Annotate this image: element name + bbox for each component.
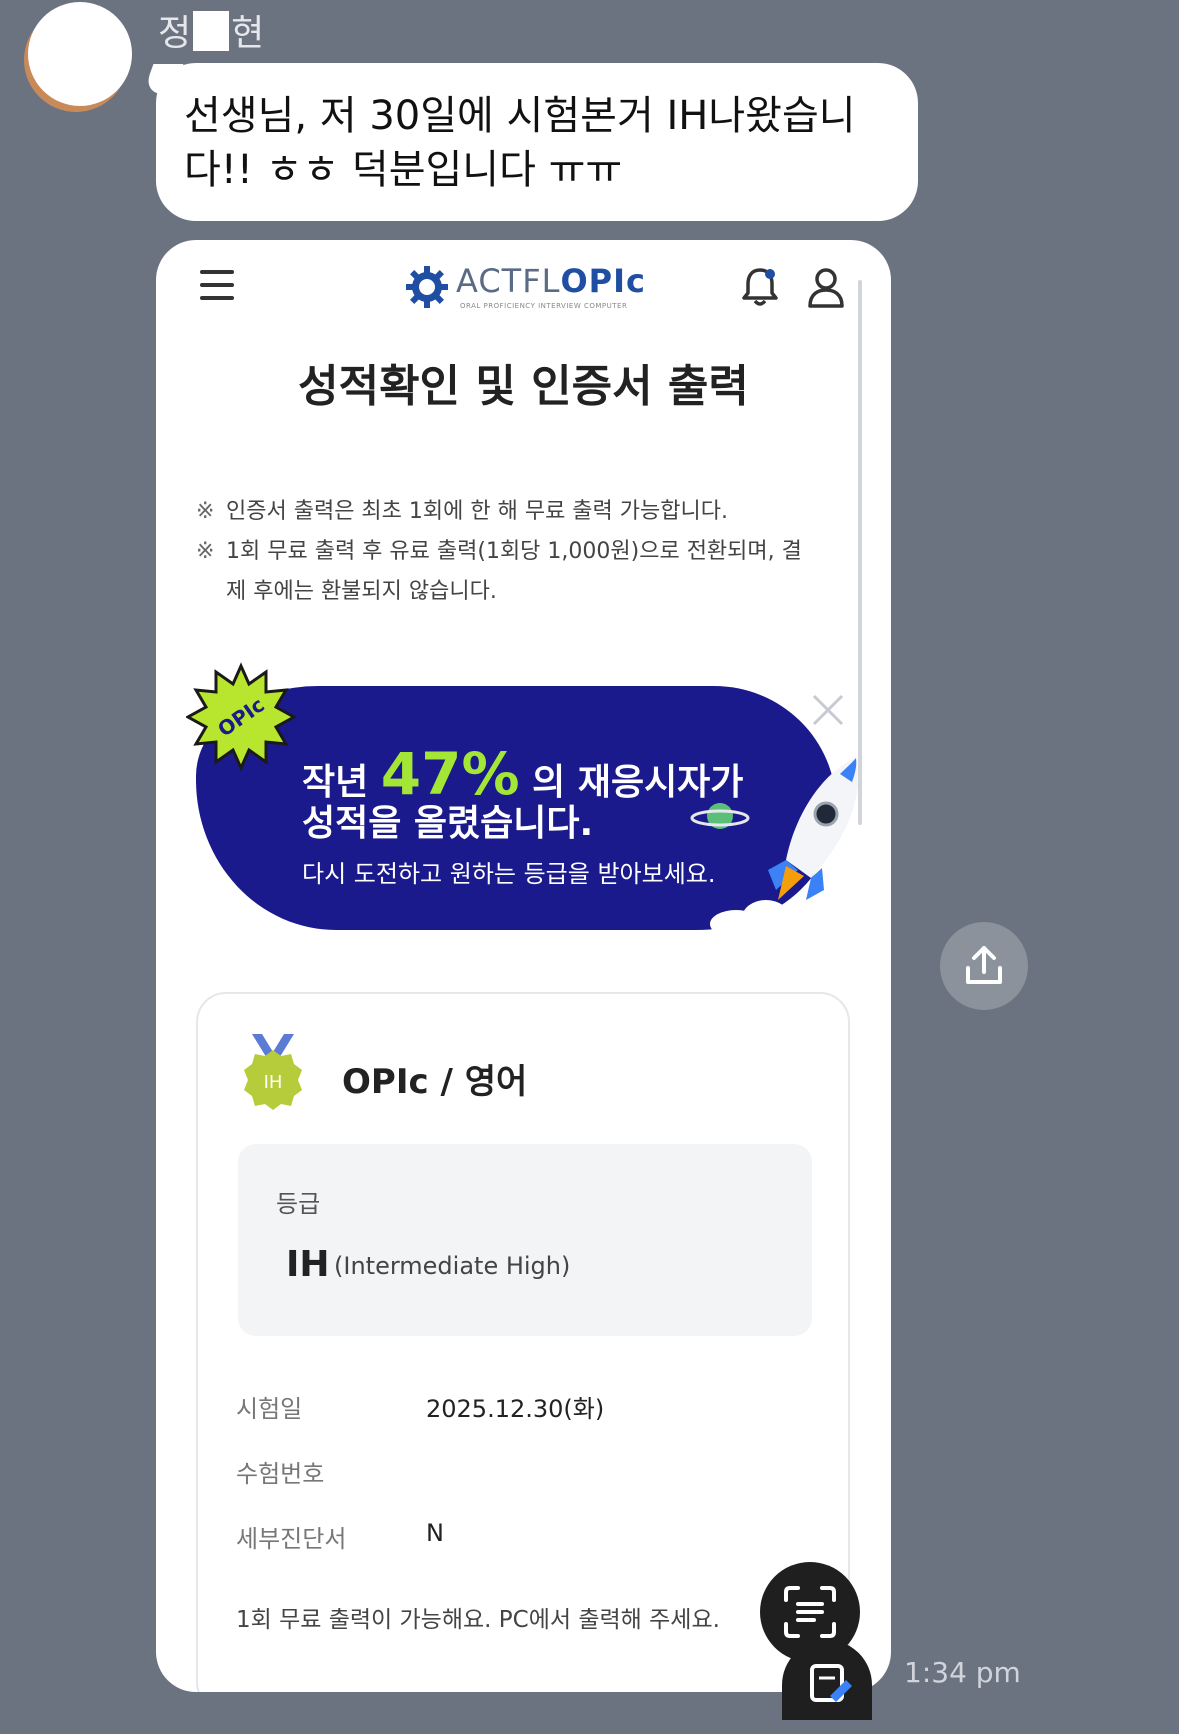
grade-value: IH xyxy=(286,1244,330,1285)
notice-list: ※ 인증서 출력은 최초 1회에 한 해 무료 출력 가능합니다. ※ 1회 무료 … xyxy=(196,492,836,612)
grade-description: (Intermediate High) xyxy=(334,1252,571,1280)
redacted-block xyxy=(193,11,230,51)
sender-name: 정현 xyxy=(158,4,264,56)
text-scan-icon xyxy=(784,1586,836,1638)
share-button[interactable] xyxy=(940,922,1028,1010)
bell-icon[interactable] xyxy=(740,266,780,308)
logo-subtitle: ORAL PROFICIENCY INTERVIEW COMPUTER xyxy=(460,302,628,310)
exam-date-label: 시험일 xyxy=(236,1395,303,1423)
message-line-1: 선생님, 저 30일에 시험본거 IH나왔습니 xyxy=(184,93,856,139)
banner-line-3: 다시 도전하고 원하는 등급을 받아보세요. xyxy=(302,860,716,888)
message-timestamp: 1:34 pm xyxy=(904,1656,1021,1689)
rocket-icon xyxy=(768,758,859,900)
exam-number-label: 수험번호 xyxy=(236,1460,325,1488)
share-icon xyxy=(966,946,1002,984)
grade-panel: 등급 IH (Intermediate High) xyxy=(238,1144,812,1336)
exam-date-value: 2025.12.30(화) xyxy=(426,1395,605,1423)
planet-icon xyxy=(690,803,750,829)
message-line-2: 다!! ㅎㅎ 덕분입니다 ㅠㅠ xyxy=(184,147,623,193)
message-bubble[interactable]: 선생님, 저 30일에 시험본거 IH나왔습니 다!! ㅎㅎ 덕분입니다 ㅠㅠ xyxy=(156,63,918,221)
detail-report-value: N xyxy=(426,1519,444,1547)
banner-line-2: 성적을 올렸습니다. xyxy=(302,803,594,844)
result-card: IH OPIc / 영어 등급 IH (Intermediate High) 시… xyxy=(196,992,850,1692)
actfl-opic-logo: ACTFLOPIc ORAL PROFICIENCY INTERVIEW COM… xyxy=(404,262,646,322)
sender-name-suffix: 현 xyxy=(231,13,265,54)
user-icon[interactable] xyxy=(806,266,846,308)
app-topbar: ACTFLOPIc ORAL PROFICIENCY INTERVIEW COM… xyxy=(156,240,891,350)
cloud-icon xyxy=(710,900,822,936)
ih-medal-icon: IH xyxy=(244,1034,302,1110)
opic-badge-icon: OPIc xyxy=(186,662,296,772)
medal-text: IH xyxy=(264,1072,283,1093)
notice-item: ※ 1회 무료 출력 후 유료 출력(1회당 1,000원)으로 전환되며, 결 xyxy=(196,539,802,564)
gear-icon xyxy=(406,266,448,308)
exam-name: OPIc / 영어 xyxy=(342,1062,528,1102)
sender-name-prefix: 정 xyxy=(158,13,192,54)
image-message[interactable]: ACTFLOPIc ORAL PROFICIENCY INTERVIEW COM… xyxy=(156,240,891,1692)
page-title: 성적확인 및 인증서 출력 xyxy=(298,361,749,412)
print-footnote: 1회 무료 출력이 가능해요. PC에서 출력해 주세요. xyxy=(236,1607,720,1633)
menu-icon[interactable] xyxy=(200,270,234,300)
notice-item: ※ 인증서 출력은 최초 1회에 한 해 무료 출력 가능합니다. xyxy=(196,499,728,524)
grade-label: 등급 xyxy=(276,1190,321,1218)
logo-text: ACTFLOPIc xyxy=(456,262,646,300)
detail-report-label: 세부진단서 xyxy=(236,1525,347,1553)
notice-item: 제 후에는 환불되지 않습니다. xyxy=(226,579,497,604)
close-icon[interactable] xyxy=(810,692,846,728)
avatar[interactable] xyxy=(28,2,132,106)
text-scan-button[interactable] xyxy=(760,1562,860,1662)
